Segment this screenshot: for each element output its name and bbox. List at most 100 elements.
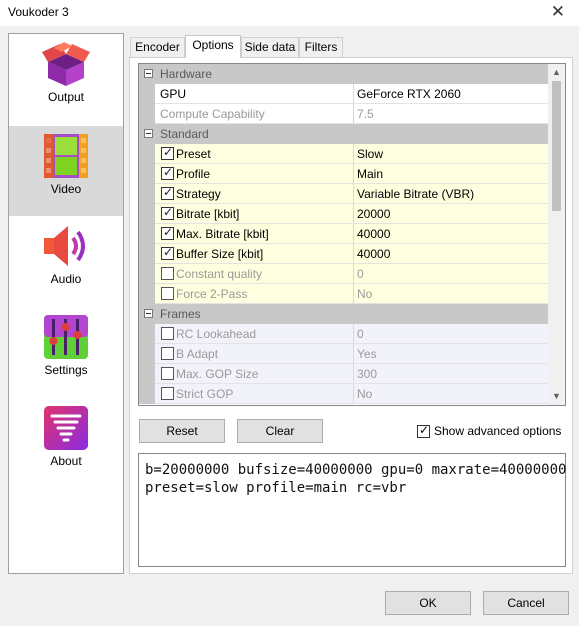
property-row-constant-quality[interactable]: Constant quality 0 (139, 264, 548, 284)
property-value[interactable]: 0 (353, 264, 548, 284)
category-label: Frames (160, 307, 201, 321)
property-value[interactable]: No (353, 284, 548, 304)
sidebar-item-settings[interactable]: Settings (9, 307, 123, 397)
sidebar-item-video[interactable]: Video (9, 126, 123, 216)
property-name: Preset (176, 147, 211, 161)
cancel-button[interactable]: Cancel (483, 591, 569, 615)
property-name: Max. GOP Size (176, 367, 259, 381)
row-gutter (139, 144, 155, 164)
show-advanced-checkbox[interactable] (417, 423, 430, 438)
collapse-icon[interactable] (144, 309, 153, 318)
command-line-2: preset=slow profile=main rc=vbr (145, 480, 407, 496)
property-value[interactable]: 20000 (353, 204, 548, 224)
clear-button[interactable]: Clear (237, 419, 323, 443)
property-value[interactable]: 7.5 (353, 104, 548, 124)
reset-button[interactable]: Reset (139, 419, 225, 443)
b-adapt-checkbox[interactable] (161, 347, 174, 360)
constant-quality-checkbox[interactable] (161, 267, 174, 280)
property-row-preset[interactable]: Preset Slow (139, 144, 548, 164)
rc-lookahead-checkbox[interactable] (161, 327, 174, 340)
sidebar-item-label: Video (50, 182, 82, 196)
property-row-gpu[interactable]: GPU GeForce RTX 2060 (139, 84, 548, 104)
property-row-max-gop-size[interactable]: Max. GOP Size 300 (139, 364, 548, 384)
preset-checkbox[interactable] (161, 145, 174, 160)
property-value[interactable]: 0 (353, 324, 548, 344)
property-value[interactable]: Variable Bitrate (VBR) (353, 184, 548, 204)
tab-filters[interactable]: Filters (299, 37, 343, 57)
film-icon (44, 134, 88, 178)
max-bitrate-checkbox[interactable] (161, 225, 174, 240)
category-label: Hardware (160, 67, 213, 81)
window-title: Voukoder 3 (8, 5, 69, 19)
property-row-buffer-size[interactable]: Buffer Size [kbit] 40000 (139, 244, 548, 264)
property-row-b-adapt[interactable]: B Adapt Yes (139, 344, 548, 364)
property-name: Buffer Size [kbit] (176, 247, 264, 261)
sidebar-item-about[interactable]: About (9, 398, 123, 488)
property-row-strict-gop[interactable]: Strict GOP No (139, 384, 548, 404)
sidebar-item-audio[interactable]: Audio (9, 216, 123, 306)
sidebar-item-label: Output (47, 90, 85, 104)
property-name: Max. Bitrate [kbit] (176, 227, 269, 241)
property-value[interactable]: No (353, 384, 548, 404)
profile-checkbox[interactable] (161, 165, 174, 180)
command-line-textbox[interactable]: b=20000000 bufsize=40000000 gpu=0 maxrat… (138, 453, 566, 567)
strategy-checkbox[interactable] (161, 185, 174, 200)
row-gutter (139, 244, 155, 264)
row-gutter (139, 184, 155, 204)
property-value[interactable]: Slow (353, 144, 548, 164)
scroll-up-icon[interactable]: ▲ (548, 64, 565, 81)
property-name: Strategy (176, 187, 221, 201)
row-gutter (139, 224, 155, 244)
ok-button[interactable]: OK (385, 591, 471, 615)
category-hardware[interactable]: Hardware (139, 64, 548, 84)
buffer-size-checkbox[interactable] (161, 245, 174, 260)
sidebar: Output Video Audio Settings About (8, 33, 124, 574)
scroll-thumb[interactable] (552, 81, 561, 211)
box-icon (42, 42, 90, 86)
property-row-max-bitrate[interactable]: Max. Bitrate [kbit] 40000 (139, 224, 548, 244)
property-grid[interactable]: Hardware GPU GeForce RTX 2060 Compute Ca… (138, 63, 566, 406)
category-standard[interactable]: Standard (139, 124, 548, 144)
property-row-force-2-pass[interactable]: Force 2-Pass No (139, 284, 548, 304)
strict-gop-checkbox[interactable] (161, 387, 174, 400)
collapse-icon[interactable] (144, 129, 153, 138)
vertical-scrollbar[interactable]: ▲ ▼ (548, 64, 565, 405)
collapse-icon[interactable] (144, 69, 153, 78)
property-value[interactable]: GeForce RTX 2060 (353, 84, 548, 104)
property-value[interactable]: Main (353, 164, 548, 184)
category-label: Standard (160, 127, 209, 141)
property-name: Strict GOP (176, 387, 234, 401)
close-icon[interactable]: ✕ (551, 2, 565, 22)
row-gutter (139, 104, 155, 124)
property-value[interactable]: 300 (353, 364, 548, 384)
force-2-pass-checkbox[interactable] (161, 287, 174, 300)
property-value[interactable]: 40000 (353, 244, 548, 264)
row-gutter (139, 84, 155, 104)
command-line-1: b=20000000 bufsize=40000000 gpu=0 maxrat… (145, 462, 567, 478)
scroll-down-icon[interactable]: ▼ (548, 388, 565, 405)
tab-options[interactable]: Options (185, 35, 241, 58)
tab-side-data[interactable]: Side data (241, 37, 299, 57)
property-name: Force 2-Pass (176, 287, 248, 301)
bitrate-checkbox[interactable] (161, 205, 174, 220)
property-name: Constant quality (176, 267, 263, 281)
tornado-icon (44, 406, 88, 450)
max-gop-size-checkbox[interactable] (161, 367, 174, 380)
row-gutter (139, 164, 155, 184)
sidebar-item-label: Audio (50, 272, 82, 286)
property-row-compute-capability[interactable]: Compute Capability 7.5 (139, 104, 548, 124)
property-row-bitrate[interactable]: Bitrate [kbit] 20000 (139, 204, 548, 224)
property-value[interactable]: Yes (353, 344, 548, 364)
property-name: GPU (160, 87, 187, 101)
sidebar-item-output[interactable]: Output (9, 34, 123, 124)
tab-encoder[interactable]: Encoder (130, 37, 185, 57)
sidebar-item-label: About (50, 454, 82, 468)
property-value[interactable]: 40000 (353, 224, 548, 244)
property-row-profile[interactable]: Profile Main (139, 164, 548, 184)
row-gutter (139, 284, 155, 304)
property-row-strategy[interactable]: Strategy Variable Bitrate (VBR) (139, 184, 548, 204)
property-name: Compute Capability (160, 107, 265, 121)
property-name: B Adapt (176, 347, 219, 361)
category-frames[interactable]: Frames (139, 304, 548, 324)
property-row-rc-lookahead[interactable]: RC Lookahead 0 (139, 324, 548, 344)
